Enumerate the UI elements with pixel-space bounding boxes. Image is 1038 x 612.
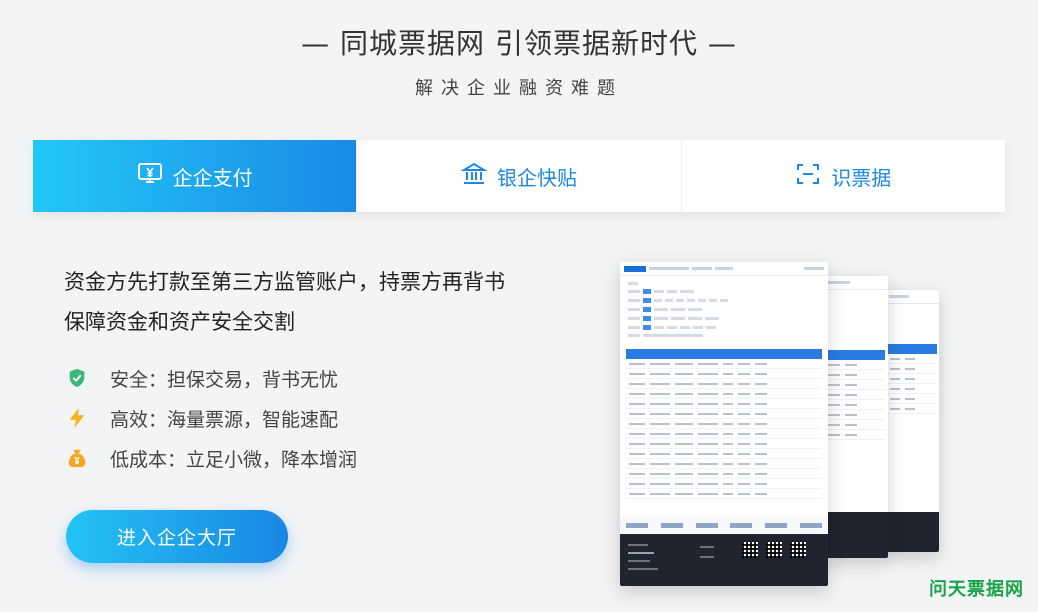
shield-check-icon xyxy=(64,365,90,391)
screenshot-page-back xyxy=(885,290,939,552)
page-title: — 同城票据网 引领票据新时代 — xyxy=(301,27,737,60)
bank-icon xyxy=(460,161,488,192)
feature-item-safety: 安全：担保交易，背书无忧 xyxy=(64,358,357,398)
tab-recognize-bill[interactable]: 识票据 xyxy=(682,140,1005,212)
feature-text: 低成本：立足小微，降本增润 xyxy=(110,448,358,471)
feature-list: 安全：担保交易，背书无忧 高效：海量票源，智能速配 低成本：立足小微，降本增润 xyxy=(64,358,357,478)
description-line: 资金方先打款至第三方监管账户，持票方再背书 xyxy=(64,270,505,294)
tab-bank-discount[interactable]: 银企快贴 xyxy=(357,140,682,212)
scan-icon xyxy=(795,161,821,192)
tab-label: 企企支付 xyxy=(172,165,253,190)
lightning-icon xyxy=(64,405,90,431)
description-line: 保障资金和资产安全交割 xyxy=(64,310,295,334)
screenshot-page-middle xyxy=(822,276,888,558)
money-bag-icon xyxy=(64,445,90,471)
feature-text: 安全：担保交易，背书无忧 xyxy=(110,368,339,391)
tab-label: 银企快贴 xyxy=(496,165,577,190)
description: 资金方先打款至第三方监管账户，持票方再背书 保障资金和资产安全交割 xyxy=(64,262,564,342)
tab-qiqi-pay[interactable]: 企企支付 xyxy=(33,140,358,212)
screenshot-page-front xyxy=(620,262,828,586)
page-subtitle: 解决企业融资难题 xyxy=(415,78,623,99)
feature-item-low-cost: 低成本：立足小微，降本增润 xyxy=(64,438,357,478)
watermark-text: 问天票据网 xyxy=(929,579,1024,600)
enter-hall-button[interactable]: 进入企企大厅 xyxy=(66,510,288,563)
yuan-monitor-icon xyxy=(137,161,163,192)
feature-tabs: 企企支付 银企快贴 识票据 xyxy=(33,140,1005,212)
feature-item-efficiency: 高效：海量票源，智能速配 xyxy=(64,398,357,438)
tab-label: 识票据 xyxy=(831,165,892,190)
feature-text: 高效：海量票源，智能速配 xyxy=(110,408,339,431)
product-screenshot-stack xyxy=(600,250,960,600)
